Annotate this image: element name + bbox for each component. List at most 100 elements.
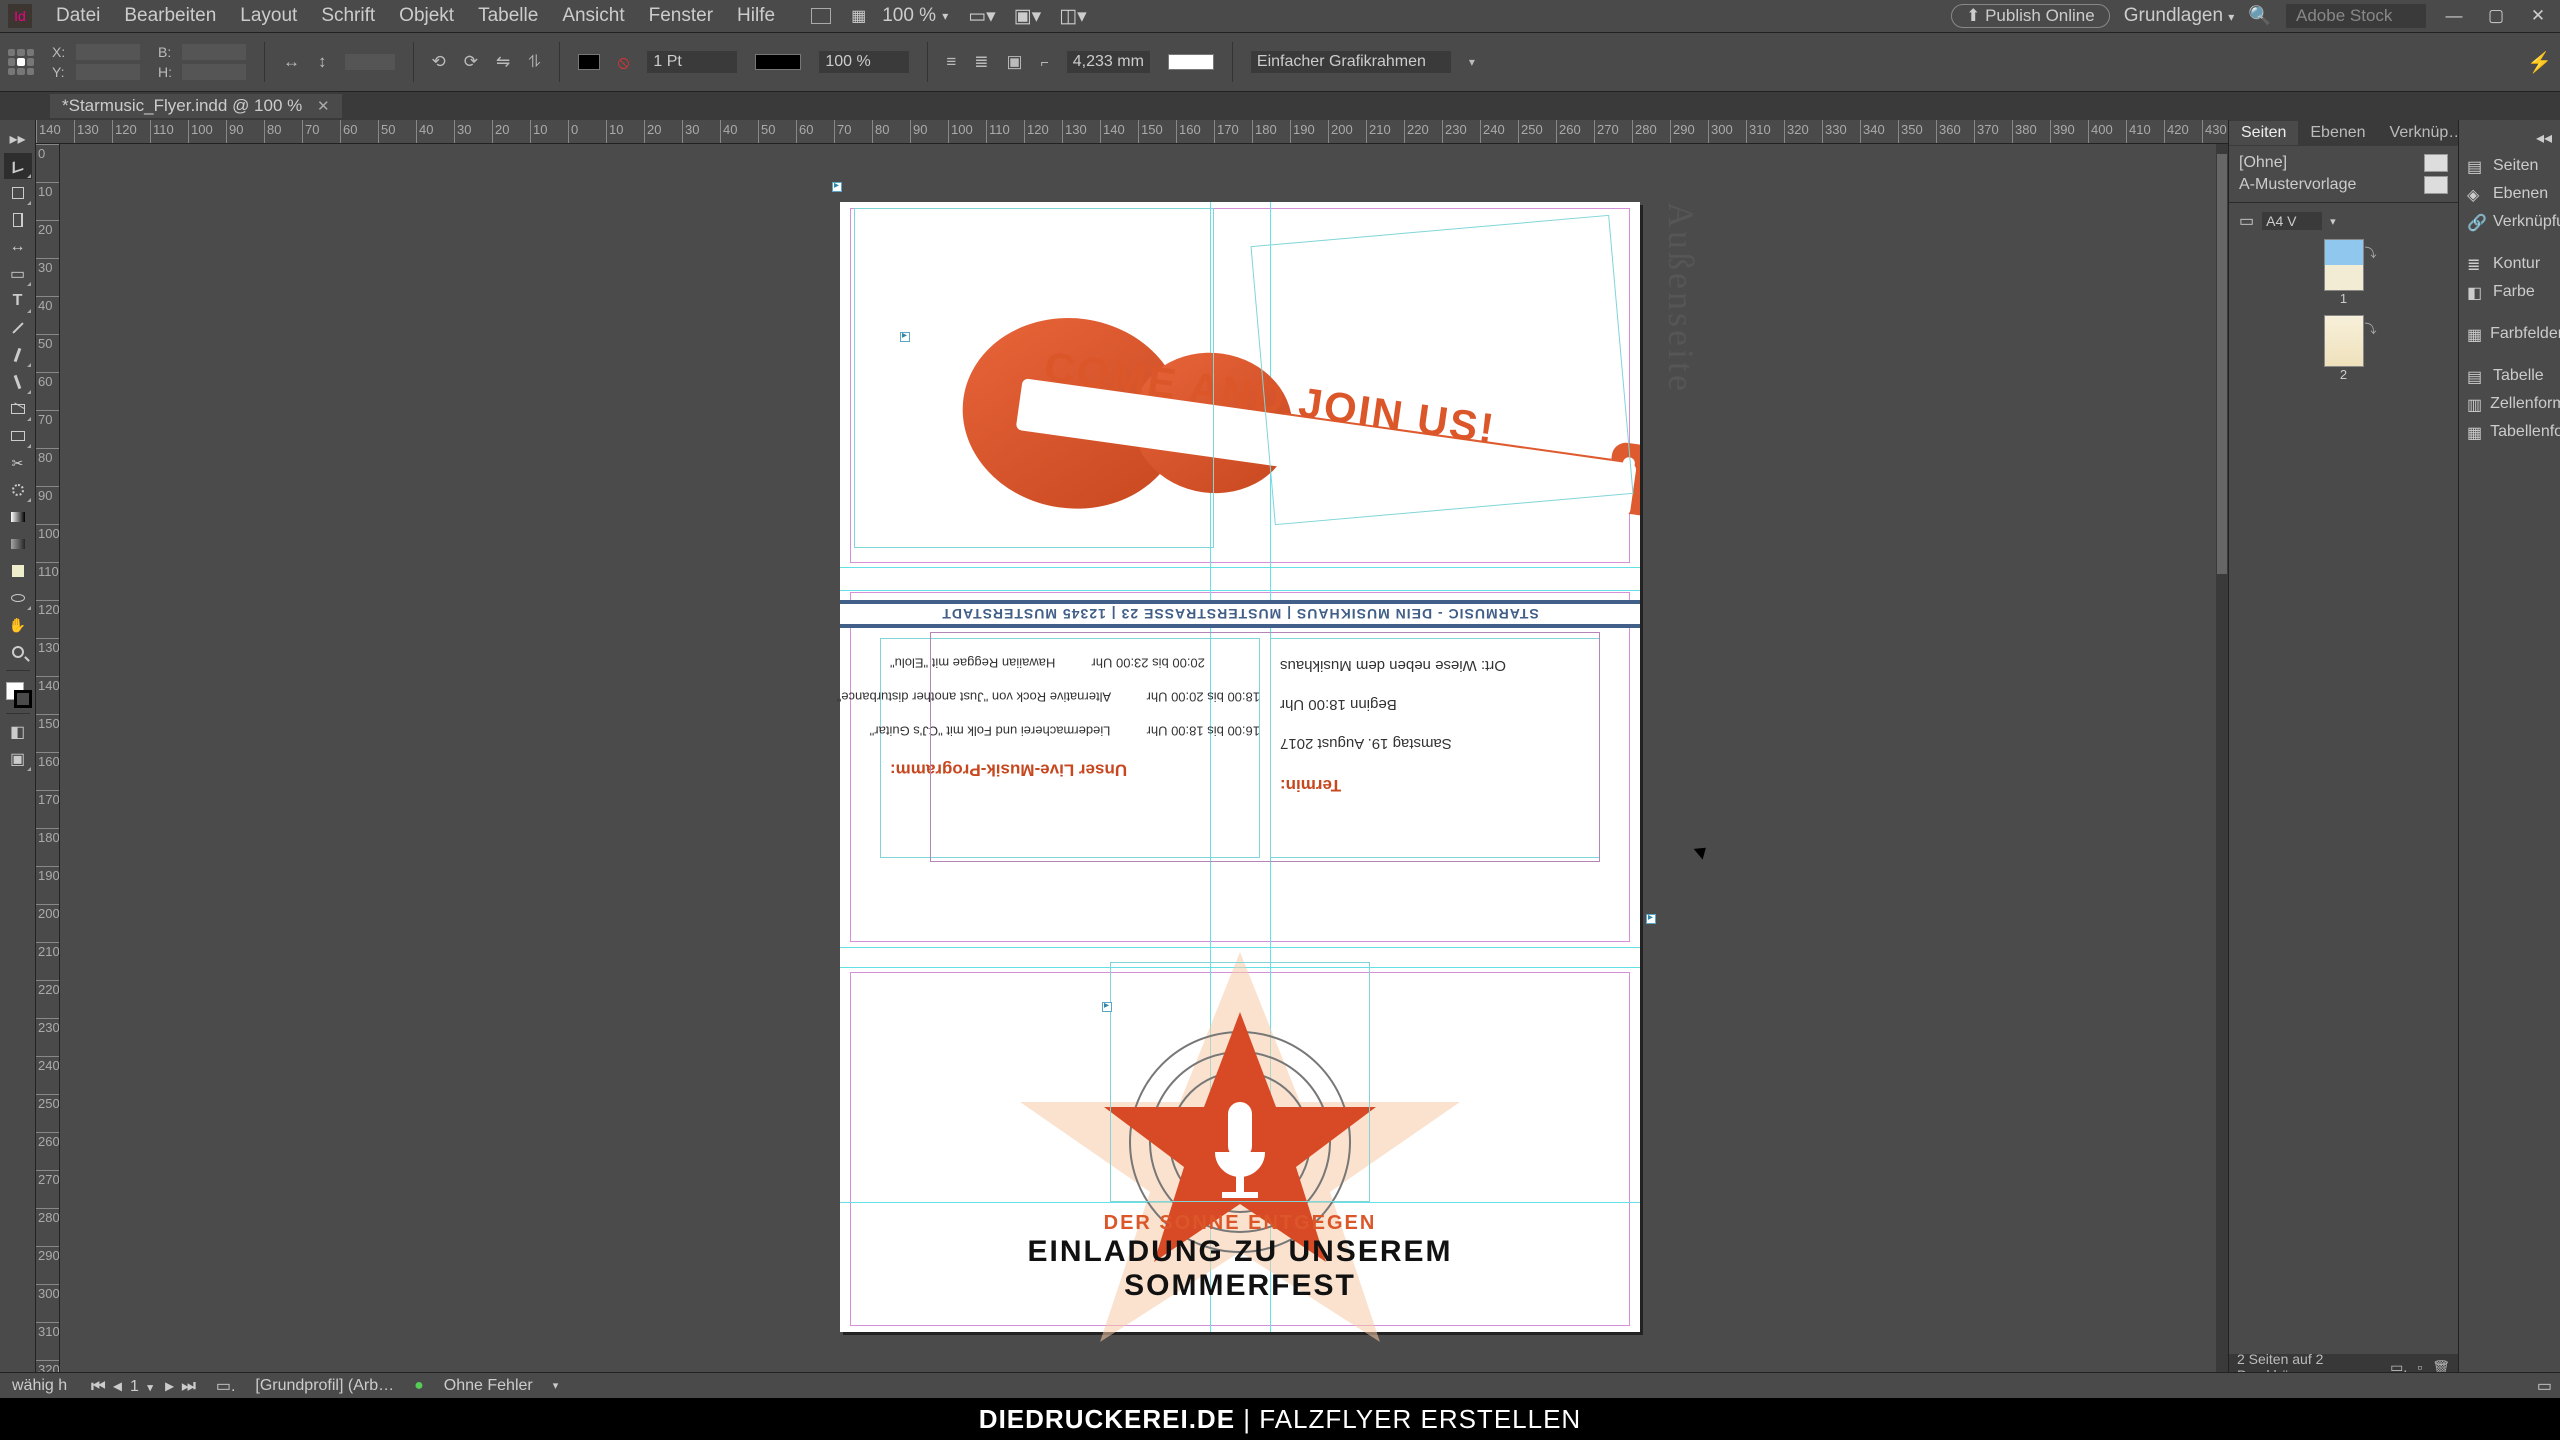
menu-schrift[interactable]: Schrift	[309, 5, 387, 27]
master-a-row[interactable]: A-Mustervorlage	[2229, 174, 2458, 196]
chevron-down-icon[interactable]: ▾	[553, 1379, 559, 1392]
rectangle-frame-tool[interactable]	[4, 396, 32, 422]
search-input[interactable]: Adobe Stock	[2286, 4, 2426, 28]
graphic-frame[interactable]	[1110, 962, 1370, 1202]
free-transform-tool[interactable]	[4, 477, 32, 503]
chevron-down-icon[interactable]: ▾	[143, 1382, 157, 1394]
corner-radius-icon[interactable]: ⌐	[1041, 54, 1049, 70]
scale-input[interactable]	[345, 54, 395, 70]
reference-point-proxy[interactable]	[8, 49, 34, 75]
scrollbar-thumb[interactable]	[2217, 154, 2227, 574]
page-tool[interactable]	[4, 207, 32, 233]
effects-swatch[interactable]	[1168, 54, 1214, 70]
ruler-vertical[interactable]: 0102030405060708090100110120130140150160…	[36, 144, 60, 1380]
gap-tool[interactable]: ↔	[4, 234, 32, 260]
profile-label[interactable]: [Grundprofil] (Arb…	[251, 1377, 398, 1395]
pencil-tool[interactable]	[4, 369, 32, 395]
group-frame[interactable]	[930, 632, 1600, 862]
eyedropper-tool[interactable]	[4, 585, 32, 611]
page-thumb-1[interactable]: 1⤵	[2324, 239, 2364, 291]
w-input[interactable]	[182, 44, 246, 60]
align-left-icon[interactable]: ≡	[946, 52, 956, 72]
master-none-row[interactable]: [Ohne]	[2229, 152, 2458, 174]
strip-farbe[interactable]: ◧Farbe	[2459, 278, 2560, 306]
view-options-icon[interactable]: ▭▾	[968, 5, 996, 28]
strip-tabelle[interactable]: ▤Tabelle	[2459, 362, 2560, 390]
tab-close-icon[interactable]: ✕	[317, 98, 330, 115]
menu-tabelle[interactable]: Tabelle	[466, 5, 550, 27]
ruler-horizontal[interactable]: 1401301201101009080706050403020100102030…	[36, 120, 2228, 144]
type-tool[interactable]: T	[4, 288, 32, 314]
flip-h-icon[interactable]: ⇋	[496, 52, 510, 72]
h-input[interactable]	[182, 64, 246, 80]
rectangle-tool[interactable]	[4, 423, 32, 449]
tab-seiten[interactable]: Seiten	[2229, 121, 2298, 145]
selection-tool[interactable]	[4, 153, 32, 179]
rotate-ccw-icon[interactable]: ⟲	[432, 52, 446, 72]
spread-rotate-icon[interactable]: ⤵	[2364, 244, 2376, 261]
scissors-tool[interactable]: ✂	[4, 450, 32, 476]
fill-swatch[interactable]	[578, 54, 600, 70]
note-tool[interactable]	[4, 558, 32, 584]
text-thread-port[interactable]	[1646, 914, 1656, 924]
x-input[interactable]	[76, 44, 140, 60]
line-tool[interactable]	[4, 315, 32, 341]
rotate-cw-icon[interactable]: ⟳	[464, 52, 478, 72]
publish-online-button[interactable]: ⬆ Publish Online	[1951, 4, 2110, 28]
maximize-icon[interactable]: ▢	[2482, 6, 2510, 26]
zoom-chevron-down-icon[interactable]: ▾	[942, 9, 948, 23]
text-thread-port[interactable]	[1102, 1002, 1112, 1012]
gradient-feather-tool[interactable]	[4, 531, 32, 557]
screen-mode-icon[interactable]: ▣▾	[1014, 5, 1042, 28]
direct-selection-tool[interactable]	[4, 180, 32, 206]
chevron-down-icon[interactable]: ▾	[2330, 215, 2336, 228]
document-tab[interactable]: *Starmusic_Flyer.indd @ 100 % ✕	[50, 94, 342, 118]
fill-none-icon[interactable]: ⦸	[618, 52, 630, 73]
chevron-down-icon[interactable]: ▾	[1469, 55, 1475, 69]
strip-kontur[interactable]: ≣Kontur	[2459, 250, 2560, 278]
text-thread-port[interactable]	[832, 182, 842, 192]
page-size-dropdown[interactable]: A4 V	[2262, 212, 2322, 230]
fill-stroke-swatch[interactable]	[4, 680, 32, 708]
menu-layout[interactable]: Layout	[228, 5, 309, 27]
menu-ansicht[interactable]: Ansicht	[550, 5, 636, 27]
canvas[interactable]: COME AND JOIN US! STARMUSIC - DEIN MUSIK…	[60, 144, 2228, 1380]
menu-objekt[interactable]: Objekt	[387, 5, 466, 27]
menu-hilfe[interactable]: Hilfe	[725, 5, 787, 27]
graphic-frame[interactable]	[1250, 215, 1633, 525]
bridge-icon[interactable]	[811, 8, 831, 24]
vertical-scrollbar[interactable]	[2216, 144, 2228, 1380]
close-icon[interactable]: ✕	[2524, 6, 2552, 26]
page-navigator[interactable]: ⏮◂ 1 ▾ ▸⏭	[87, 1376, 200, 1396]
wrap-icon[interactable]: ▣	[1007, 52, 1023, 72]
apply-color-icon[interactable]: ◧	[4, 719, 32, 745]
workspace-switcher[interactable]: Grundlagen ▾	[2124, 5, 2235, 27]
graphic-frame[interactable]	[854, 208, 1214, 548]
flip-v-icon[interactable]: ⥮	[528, 52, 540, 72]
stock-icon[interactable]: ▦	[851, 6, 866, 26]
strip-ebenen[interactable]: ◈Ebenen	[2459, 180, 2560, 208]
preflight-label[interactable]: Ohne Fehler	[440, 1377, 537, 1395]
zoom-level[interactable]: 100 %	[882, 5, 942, 27]
hand-tool[interactable]: ✋	[4, 612, 32, 638]
stroke-style-swatch[interactable]	[755, 54, 801, 70]
scale-pct-field[interactable]: 100 %	[819, 51, 909, 73]
status-field[interactable]: wähig h	[8, 1377, 71, 1395]
guide-horizontal[interactable]	[840, 590, 1640, 591]
screen-mode-tool[interactable]: ▣	[4, 746, 32, 772]
scroll-view-icon[interactable]: ▭	[2537, 1376, 2552, 1396]
open-dialog-icon[interactable]: ▭.	[216, 1376, 236, 1396]
align-center-icon[interactable]: ≣	[974, 52, 988, 72]
corner-radius-field[interactable]: 4,233 mm	[1067, 51, 1150, 73]
properties-flyout-icon[interactable]: ⚡	[2527, 50, 2552, 75]
page-thumb-2[interactable]: 2⤵	[2324, 315, 2364, 367]
text-thread-port[interactable]	[900, 332, 910, 342]
guide-horizontal[interactable]	[840, 567, 1640, 568]
strip-zellenformate[interactable]: ▥Zellenform…	[2459, 390, 2560, 418]
arrange-icon[interactable]: ◫▾	[1059, 5, 1087, 28]
content-collector-tool[interactable]: ▭	[4, 261, 32, 287]
gradient-swatch-tool[interactable]	[4, 504, 32, 530]
document-page[interactable]: COME AND JOIN US! STARMUSIC - DEIN MUSIK…	[840, 202, 1640, 1332]
strip-farbfelder[interactable]: ▦Farbfelder	[2459, 320, 2560, 348]
pen-tool[interactable]	[4, 342, 32, 368]
